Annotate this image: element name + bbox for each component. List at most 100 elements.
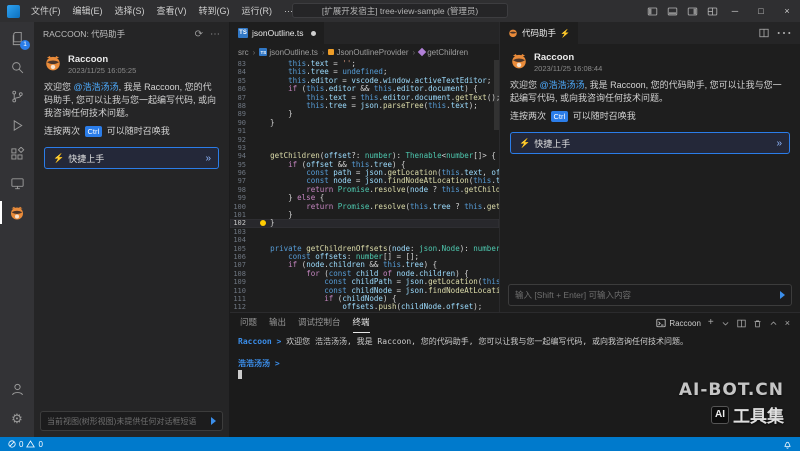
send-icon[interactable]	[780, 291, 785, 299]
code-line-102[interactable]: 102 }	[230, 219, 499, 227]
maximize-button[interactable]: □	[748, 0, 774, 22]
line-number: 101	[230, 211, 252, 219]
more-actions-icon[interactable]: ⋯	[210, 29, 220, 40]
more-actions-icon[interactable]: ⋯	[776, 23, 792, 43]
split-terminal-icon[interactable]	[737, 319, 746, 328]
code-line-100[interactable]: 100 return Promise.resolve(this.tree ? t…	[230, 203, 499, 211]
code-line-94[interactable]: 94 getChildren(offset?: number): Thenabl…	[230, 152, 499, 160]
menu-file[interactable]: 文件(F)	[25, 0, 67, 22]
code-line-92[interactable]: 92	[230, 136, 499, 144]
toggle-secondary-sidebar-icon[interactable]	[682, 0, 702, 22]
customize-layout-icon[interactable]	[702, 0, 722, 22]
code-line-96[interactable]: 96 const path = json.getLocation(this.te…	[230, 169, 499, 177]
toggle-panel-icon[interactable]	[662, 0, 682, 22]
code-line-109[interactable]: 109 const childPath = json.getLocation(t…	[230, 278, 499, 286]
code-line-85[interactable]: 85 this.editor = vscode.window.activeTex…	[230, 77, 499, 85]
code-line-84[interactable]: 84 this.tree = undefined;	[230, 68, 499, 76]
code-line-110[interactable]: 110 const childNode = json.findNodeAtLoc…	[230, 287, 499, 295]
breadcrumb-item[interactable]: TSjsonOutline.ts	[259, 48, 317, 57]
code-line-101[interactable]: 101 }	[230, 211, 499, 219]
code-line-107[interactable]: 107 if (node.children && this.tree) {	[230, 261, 499, 269]
close-button[interactable]: ×	[774, 0, 800, 22]
tab-jsonoutline[interactable]: TS jsonOutline.ts	[230, 22, 325, 44]
tab-output[interactable]: 输出	[269, 313, 286, 333]
menu-run[interactable]: 运行(R)	[236, 0, 279, 22]
tab-debug-console[interactable]: 调试控制台	[298, 313, 341, 333]
tab-assistant[interactable]: 代码助手 ⚡	[500, 22, 579, 44]
chevron-right-icon: »	[776, 138, 781, 149]
menu-edit[interactable]: 编辑(E)	[67, 0, 109, 22]
code-line-93[interactable]: 93	[230, 144, 499, 152]
remote-explorer-icon[interactable]	[0, 169, 34, 198]
code-line-99[interactable]: 99 } else {	[230, 194, 499, 202]
code-line-87[interactable]: 87 this.text = this.editor.document.getT…	[230, 94, 499, 102]
tab-problems[interactable]: 问题	[240, 313, 257, 333]
code-line-112[interactable]: 112 offsets.push(childNode.offset);	[230, 303, 499, 311]
code-line-89[interactable]: 89 }	[230, 110, 499, 118]
kill-terminal-icon[interactable]	[753, 319, 762, 328]
source-control-icon[interactable]	[0, 82, 34, 111]
breadcrumb-label: JsonOutlineProvider	[336, 48, 408, 57]
assistant-chat-input[interactable]: 输入 [Shift + Enter] 可输入内容	[508, 284, 792, 306]
code-line-95[interactable]: 95 if (offset && this.tree) {	[230, 161, 499, 169]
terminal-instance[interactable]: Raccoon	[656, 318, 701, 328]
search-icon[interactable]	[0, 53, 34, 82]
code-token: ''	[342, 60, 351, 68]
new-terminal-icon[interactable]: +	[708, 318, 714, 328]
code-line-86[interactable]: 86 if (this.editor && this.editor.docume…	[230, 85, 499, 93]
code-line-90[interactable]: 90 }	[230, 119, 499, 127]
code-line-88[interactable]: 88 this.tree = json.parseTree(this.text)…	[230, 102, 499, 110]
menu-selection[interactable]: 选择(S)	[109, 0, 151, 22]
code-token: const	[324, 287, 347, 295]
quick-start-button[interactable]: ⚡快捷上手 »	[510, 132, 790, 154]
code-token: Node	[442, 245, 460, 253]
close-panel-icon[interactable]: ×	[785, 318, 790, 328]
chevron-down-icon[interactable]	[721, 319, 730, 328]
code-token: const	[329, 270, 352, 278]
breadcrumb-item[interactable]: getChildren	[419, 48, 468, 57]
problems-status[interactable]: 0 0	[8, 440, 43, 449]
account-icon[interactable]	[0, 375, 34, 404]
refresh-icon[interactable]: ⟳	[195, 29, 203, 40]
settings-gear-icon[interactable]: ⚙	[0, 404, 34, 433]
code-line-103[interactable]: 103	[230, 228, 499, 236]
code-line-97[interactable]: 97 const node = json.findNodeAtLocation(…	[230, 177, 499, 185]
terminal-line: 浩浩汤汤 >	[238, 358, 792, 369]
toggle-sidebar-icon[interactable]	[642, 0, 662, 22]
panel-actions: Raccoon +	[656, 318, 790, 328]
code-line-105[interactable]: 105 private getChildrenOffsets(node: jso…	[230, 245, 499, 253]
minimize-button[interactable]: ─	[722, 0, 748, 22]
code-token: :	[347, 253, 356, 261]
code-line-108[interactable]: 108 for (const child of node.children) {	[230, 270, 499, 278]
code-line-91[interactable]: 91	[230, 127, 499, 135]
code-token: }	[252, 211, 293, 219]
code-line-104[interactable]: 104	[230, 236, 499, 244]
tab-terminal[interactable]: 终端	[353, 313, 370, 333]
code-token: =	[347, 94, 361, 102]
explorer-icon[interactable]: 1	[0, 24, 34, 53]
code-area[interactable]: 83 this.text = '';84 this.tree = undefin…	[230, 60, 499, 312]
sidebar-chat-input[interactable]: 当前视图(树形视图)未提供任何对话框短语	[40, 411, 223, 431]
split-editor-icon[interactable]	[759, 28, 769, 38]
command-center[interactable]: [扩展开发宿主] tree-view-sample (管理员)	[292, 3, 508, 18]
code-token: ) {	[455, 270, 469, 278]
send-icon[interactable]	[211, 417, 216, 425]
code-line-98[interactable]: 98 return Promise.resolve(node ? this.ge…	[230, 186, 499, 194]
line-number: 100	[230, 203, 252, 211]
menu-go[interactable]: 转到(G)	[193, 0, 236, 22]
run-debug-icon[interactable]	[0, 111, 34, 140]
code-line-111[interactable]: 111 if (childNode) {	[230, 295, 499, 303]
quick-start-button[interactable]: ⚡快捷上手 »	[44, 147, 219, 169]
bell-icon[interactable]	[783, 440, 792, 449]
raccoon-assistant-icon[interactable]	[0, 198, 34, 227]
code-line-83[interactable]: 83 this.text = '';	[230, 60, 499, 68]
extensions-icon[interactable]	[0, 140, 34, 169]
code-token	[252, 295, 324, 303]
breadcrumb-item[interactable]: JsonOutlineProvider	[328, 48, 408, 57]
code-line-106[interactable]: 106 const offsets: number[] = [];	[230, 253, 499, 261]
terminal-output[interactable]: Raccoon > 欢迎您 浩浩汤汤, 我是 Raccoon, 您的代码助手, …	[230, 333, 800, 437]
maximize-panel-icon[interactable]	[769, 319, 778, 328]
modified-dot-icon[interactable]	[311, 31, 316, 36]
menu-view[interactable]: 查看(V)	[151, 0, 193, 22]
breadcrumb-item[interactable]: src	[238, 48, 249, 57]
